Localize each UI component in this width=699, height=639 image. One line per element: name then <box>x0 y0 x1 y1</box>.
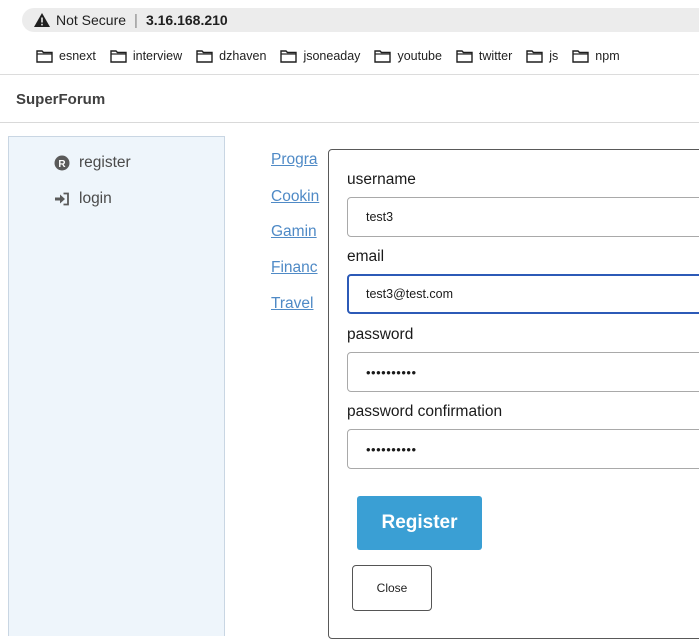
registered-icon: R <box>54 155 70 171</box>
category-link-cooking[interactable]: Cookin <box>271 188 327 206</box>
address-separator: | <box>134 11 138 29</box>
category-link-programming[interactable]: Progra <box>271 151 327 169</box>
warning-icon <box>34 13 50 27</box>
svg-text:R: R <box>58 159 66 170</box>
category-link-finance[interactable]: Financ <box>271 259 327 277</box>
register-modal: username email password password confirm… <box>328 149 699 639</box>
bookmark-esnext[interactable]: esnext <box>36 49 96 63</box>
sign-in-icon <box>55 192 69 206</box>
bookmark-dzhaven[interactable]: dzhaven <box>196 49 266 63</box>
folder-icon <box>196 49 213 63</box>
folder-icon <box>110 49 127 63</box>
password-input[interactable] <box>347 352 699 392</box>
app-header: SuperForum <box>0 76 699 123</box>
folder-icon <box>526 49 543 63</box>
bookmark-jsoneaday[interactable]: jsoneaday <box>280 49 360 63</box>
folder-icon <box>374 49 392 63</box>
email-input[interactable] <box>347 274 699 314</box>
folder-icon <box>572 49 589 63</box>
folder-icon <box>36 49 53 63</box>
sidebar-item-label: login <box>79 190 112 207</box>
password-confirmation-label: password confirmation <box>347 403 503 420</box>
sidebar: R register login <box>8 136 225 636</box>
bookmarks-bar: esnext interview dzhaven jsoneaday youtu… <box>36 46 634 66</box>
password-confirmation-input[interactable] <box>347 429 699 469</box>
bookmark-js[interactable]: js <box>526 49 558 63</box>
password-label: password <box>347 326 414 343</box>
sidebar-item-register[interactable]: R register <box>54 154 131 172</box>
bookmark-npm[interactable]: npm <box>572 49 620 63</box>
close-button[interactable]: Close <box>352 565 432 611</box>
email-label: email <box>347 248 385 265</box>
bookmark-youtube[interactable]: youtube <box>374 49 442 63</box>
app-title[interactable]: SuperForum <box>16 91 105 108</box>
register-button[interactable]: Register <box>357 496 482 550</box>
folder-icon <box>280 49 298 63</box>
category-link-travel[interactable]: Travel <box>271 295 327 313</box>
security-label: Not Secure <box>56 12 127 28</box>
bookmark-interview[interactable]: interview <box>110 49 182 63</box>
browser-divider <box>0 74 699 75</box>
sidebar-item-login[interactable]: login <box>54 190 112 208</box>
sidebar-item-label: register <box>79 154 131 171</box>
username-input[interactable] <box>347 197 699 237</box>
url-host: 3.16.168.210 <box>145 12 228 28</box>
username-label: username <box>347 171 416 188</box>
category-link-gaming[interactable]: Gamin <box>271 223 327 241</box>
bookmark-twitter[interactable]: twitter <box>456 49 512 63</box>
folder-icon <box>456 49 473 63</box>
address-bar[interactable]: Not Secure | 3.16.168.210 <box>22 8 699 32</box>
